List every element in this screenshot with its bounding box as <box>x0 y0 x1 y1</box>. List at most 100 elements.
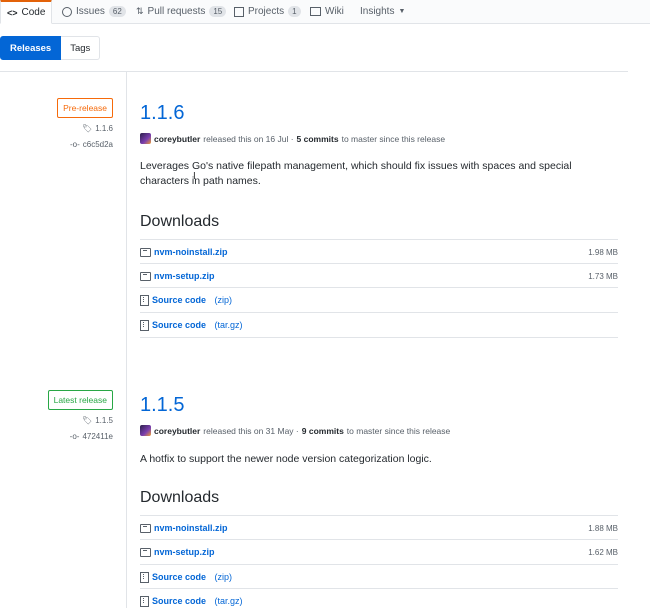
tab-code[interactable]: <> Code <box>0 0 53 24</box>
asset-name: Source code <box>152 295 207 305</box>
commits-suffix: to master since this release <box>346 425 451 436</box>
asset-name: nvm-noinstall.zip <box>154 247 228 257</box>
tab-projects-label: Projects <box>248 6 285 17</box>
issue-icon <box>62 6 72 17</box>
release-title[interactable]: 1.1.6 <box>140 102 184 125</box>
asset-link[interactable]: nvm-setup.zip <box>140 547 215 557</box>
asset-name: nvm-noinstall.zip <box>154 523 228 533</box>
asset-suffix: (zip) <box>214 295 233 305</box>
asset-size: 1.98 MB <box>588 247 618 257</box>
text-cursor-icon: I <box>193 171 196 182</box>
issues-counter: 62 <box>108 6 126 17</box>
author-link[interactable]: coreybutler <box>154 426 200 436</box>
asset-link[interactable]: Source code (zip) <box>140 294 233 306</box>
asset-size: 1.62 MB <box>588 547 618 557</box>
tab-wiki-label: Wiki <box>325 6 344 17</box>
tab-projects[interactable]: Projects 1 <box>234 0 301 23</box>
code-icon: <> <box>7 7 18 18</box>
release-byline: coreybutler released this on 31 May · 9 … <box>140 425 450 436</box>
asset-link[interactable]: nvm-noinstall.zip <box>140 523 228 533</box>
release-description: A hotfix to support the newer node versi… <box>140 453 432 465</box>
projects-counter: 1 <box>288 6 301 17</box>
released-text: released this on 16 Jul · <box>203 133 294 144</box>
avatar[interactable] <box>140 133 151 144</box>
tab-issues-label: Issues <box>76 6 105 17</box>
file-zip-icon <box>140 571 149 583</box>
commits-suffix: to master since this release <box>341 133 446 144</box>
asset-link[interactable]: Source code (zip) <box>140 571 233 583</box>
repo-nav: <> Code Issues 62 ⇅ Pull requests 15 Pro… <box>0 0 650 24</box>
release-commit-label: c6c5d2a <box>82 140 113 149</box>
package-icon <box>140 271 151 281</box>
tab-insights[interactable]: Insights ▼ <box>360 0 405 23</box>
release-title[interactable]: 1.1.5 <box>140 394 184 417</box>
author-link[interactable]: coreybutler <box>154 134 200 144</box>
package-icon <box>140 247 151 257</box>
released-text: released this on 31 May · <box>203 425 299 436</box>
asset-row: Source code (tar.gz) <box>140 588 618 613</box>
package-icon <box>140 547 151 557</box>
tag-icon: 🏷 <box>82 124 93 133</box>
asset-link[interactable]: nvm-noinstall.zip <box>140 247 228 257</box>
tab-insights-label: Insights <box>360 6 395 17</box>
project-icon <box>234 6 244 17</box>
tab-pull-requests-label: Pull requests <box>147 6 206 17</box>
downloads-heading: Downloads <box>140 489 220 506</box>
divider <box>0 71 628 72</box>
tab-wiki[interactable]: Wiki <box>310 0 344 23</box>
timeline-line <box>126 71 127 608</box>
releases-button[interactable]: Releases <box>0 36 62 60</box>
asset-row: nvm-setup.zip 1.73 MB <box>140 263 618 288</box>
tab-code-label: Code <box>21 7 46 18</box>
asset-size: 1.73 MB <box>588 271 618 281</box>
asset-name: nvm-setup.zip <box>154 547 215 557</box>
release-tag-label: 1.1.5 <box>95 416 113 425</box>
asset-name: nvm-setup.zip <box>154 271 215 281</box>
tag-icon: 🏷 <box>82 416 93 425</box>
commits-link[interactable]: 9 commits <box>302 426 344 436</box>
release-description: Leverages Go's native filepath managemen… <box>140 160 572 187</box>
commits-link[interactable]: 5 commits <box>297 134 339 144</box>
release-tag[interactable]: 🏷 1.1.6 <box>82 124 113 133</box>
asset-row: Source code (tar.gz) <box>140 312 618 338</box>
asset-row: Source code (zip) <box>140 287 618 312</box>
tab-issues[interactable]: Issues 62 <box>62 0 126 23</box>
asset-row: nvm-noinstall.zip 1.98 MB <box>140 239 618 264</box>
asset-suffix: (tar.gz) <box>214 320 243 330</box>
release-commit[interactable]: -o- c6c5d2a <box>70 140 113 149</box>
pull-requests-counter: 15 <box>209 6 227 17</box>
asset-link[interactable]: Source code (tar.gz) <box>140 319 243 331</box>
asset-row: Source code (zip) <box>140 564 618 589</box>
pre-release-label: Pre-release <box>57 98 113 118</box>
downloads-heading: Downloads <box>140 213 220 230</box>
commit-icon: -o- <box>69 140 80 149</box>
tags-button[interactable]: Tags <box>61 36 101 60</box>
package-icon <box>140 523 151 533</box>
release-commit[interactable]: -o- 472411e <box>70 432 113 441</box>
avatar[interactable] <box>140 425 151 436</box>
release-commit-label: 472411e <box>82 432 113 441</box>
commit-icon: -o- <box>69 432 80 441</box>
asset-name: Source code <box>152 596 207 606</box>
asset-row: nvm-noinstall.zip 1.88 MB <box>140 515 618 540</box>
release-tag-label: 1.1.6 <box>95 124 113 133</box>
file-zip-icon <box>140 319 149 331</box>
file-zip-icon <box>140 294 149 306</box>
pull-request-icon: ⇅ <box>136 6 144 16</box>
asset-link[interactable]: Source code (tar.gz) <box>140 595 243 607</box>
release-byline: coreybutler released this on 16 Jul · 5 … <box>140 133 445 144</box>
asset-suffix: (zip) <box>214 572 233 582</box>
file-zip-icon <box>140 595 149 607</box>
asset-name: Source code <box>152 572 207 582</box>
caret-down-icon: ▼ <box>398 8 406 15</box>
asset-row: nvm-setup.zip 1.62 MB <box>140 539 618 564</box>
releases-subnav: Releases Tags <box>0 36 101 60</box>
tab-pull-requests[interactable]: ⇅ Pull requests 15 <box>136 0 227 23</box>
asset-suffix: (tar.gz) <box>214 596 243 606</box>
asset-name: Source code <box>152 320 207 330</box>
asset-size: 1.88 MB <box>588 523 618 533</box>
release-tag[interactable]: 🏷 1.1.5 <box>82 416 113 425</box>
latest-release-label: Latest release <box>47 390 113 410</box>
book-icon <box>310 7 321 16</box>
asset-link[interactable]: nvm-setup.zip <box>140 271 215 281</box>
